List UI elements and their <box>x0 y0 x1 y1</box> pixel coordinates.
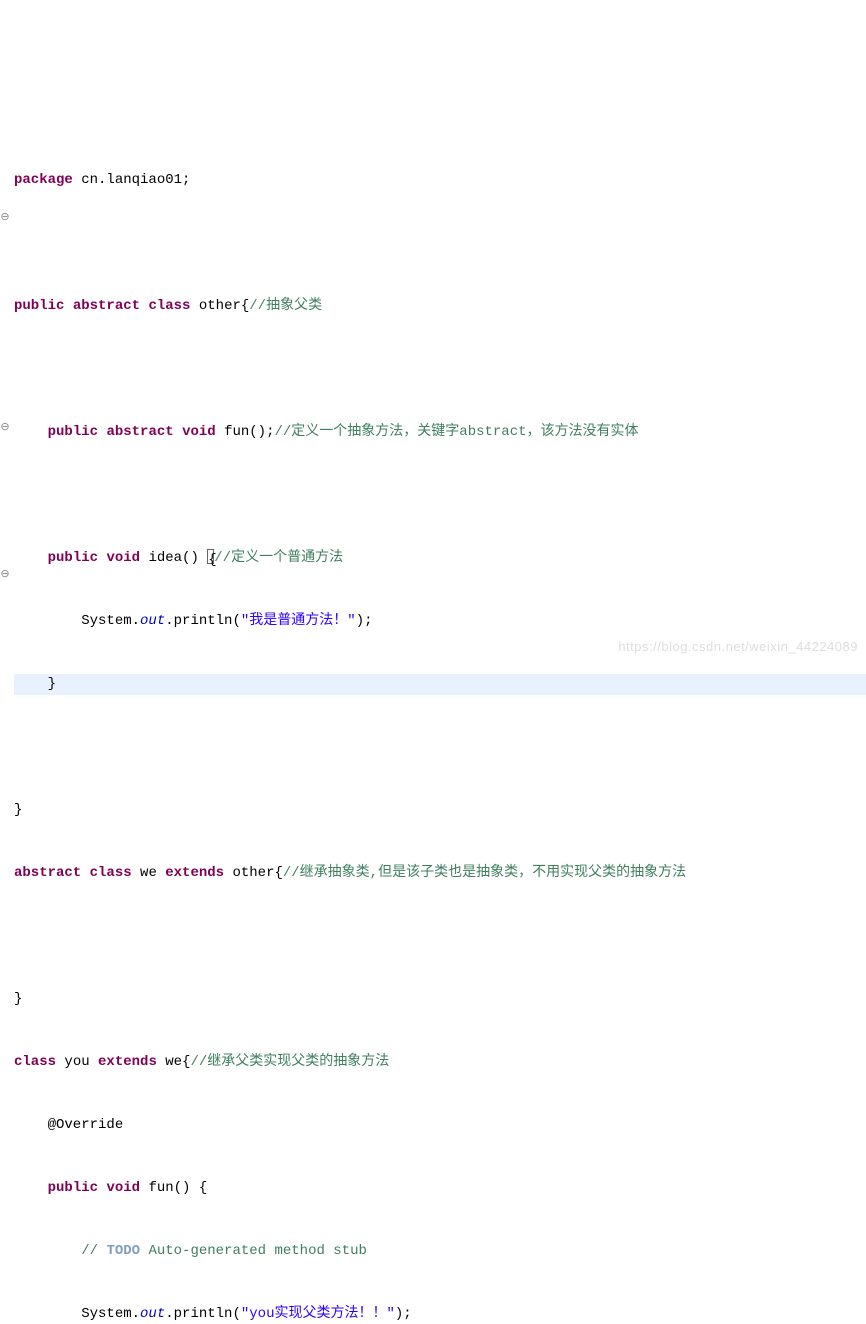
code-text: ); <box>395 1306 412 1322</box>
code-line[interactable]: System.out.println("我是普通方法！"); <box>14 611 866 632</box>
keyword: abstract <box>106 424 173 440</box>
code-line[interactable]: public void fun() { <box>14 1178 866 1199</box>
code-text: System. <box>14 613 140 629</box>
code-line[interactable]: public void idea() {//定义一个普通方法 <box>14 548 866 569</box>
fold-icon[interactable]: ⊖ <box>0 567 10 584</box>
code-line[interactable] <box>14 485 866 506</box>
code-text: System. <box>14 1306 140 1322</box>
keyword: class <box>90 865 132 881</box>
code-line[interactable]: } <box>14 989 866 1010</box>
code-text: we{ <box>157 1054 191 1070</box>
comment: //继承抽象类,但是该子类也是抽象类，不用实现父类的抽象方法 <box>283 865 686 881</box>
keyword: extends <box>98 1054 157 1070</box>
code-text: fun(); <box>216 424 275 440</box>
code-line[interactable] <box>14 233 866 254</box>
code-text: cn.lanqiao01; <box>73 172 191 188</box>
comment: //继承父类实现父类的抽象方法 <box>190 1054 389 1070</box>
code-line-active[interactable]: } <box>14 674 866 695</box>
code-line[interactable]: abstract class we extends other{//继承抽象类,… <box>14 863 866 884</box>
code-text: fun() { <box>140 1180 207 1196</box>
keyword: void <box>182 424 216 440</box>
todo-tag: TODO <box>106 1243 140 1259</box>
code-line[interactable]: public abstract void fun();//定义一个抽象方法，关键… <box>14 422 866 443</box>
code-line[interactable] <box>14 926 866 947</box>
keyword: public <box>14 298 64 314</box>
string: "you实现父类方法！！" <box>241 1306 395 1322</box>
watermark: https://blog.csdn.net/weixin_44224089 <box>618 637 858 657</box>
code-line[interactable]: } <box>14 800 866 821</box>
keyword: void <box>106 1180 140 1196</box>
keyword: void <box>106 550 140 566</box>
fold-icon[interactable]: ⊖ <box>0 210 10 227</box>
code-line[interactable]: public abstract class other{//抽象父类 <box>14 296 866 317</box>
keyword: abstract <box>73 298 140 314</box>
code-line[interactable] <box>14 737 866 758</box>
code-line[interactable] <box>14 359 866 380</box>
keyword: extends <box>165 865 224 881</box>
static-field: out <box>140 613 165 629</box>
code-text: other{ <box>190 298 249 314</box>
keyword: class <box>148 298 190 314</box>
code-editor[interactable]: ⊖ ⊖ ⊖ package cn.lanqiao01; public abstr… <box>0 84 866 1324</box>
keyword: class <box>14 1054 56 1070</box>
code-line[interactable]: class you extends we{//继承父类实现父类的抽象方法 <box>14 1052 866 1073</box>
code-text: .println( <box>165 1306 241 1322</box>
code-line[interactable]: // TODO Auto-generated method stub <box>14 1241 866 1262</box>
keyword: public <box>48 1180 98 1196</box>
keyword: abstract <box>14 865 81 881</box>
code-text: ); <box>356 613 373 629</box>
code-text: other{ <box>224 865 283 881</box>
string: "我是普通方法！" <box>241 613 356 629</box>
code-text: @Override <box>14 1117 123 1133</box>
comment: //定义一个抽象方法，关键字abstract，该方法没有实体 <box>274 424 638 440</box>
comment: //定义一个普通方法 <box>214 550 343 566</box>
code-text <box>14 1243 81 1259</box>
gutter: ⊖ ⊖ ⊖ <box>0 84 12 1324</box>
code-text: } <box>14 802 22 818</box>
comment: //抽象父类 <box>249 298 322 314</box>
code-line[interactable]: System.out.println("you实现父类方法！！"); <box>14 1304 866 1324</box>
code-text: .println( <box>165 613 241 629</box>
code-text: } <box>14 991 22 1007</box>
keyword: public <box>48 424 98 440</box>
keyword: public <box>48 550 98 566</box>
code-line[interactable]: package cn.lanqiao01; <box>14 170 866 191</box>
keyword: package <box>14 172 73 188</box>
static-field: out <box>140 1306 165 1322</box>
code-text: } <box>14 676 56 692</box>
comment: // TODO Auto-generated method stub <box>81 1243 367 1259</box>
code-line[interactable]: @Override <box>14 1115 866 1136</box>
code-text: idea() <box>140 550 207 566</box>
fold-icon[interactable]: ⊖ <box>0 420 10 437</box>
code-text: you <box>56 1054 98 1070</box>
code-text: we <box>132 865 166 881</box>
